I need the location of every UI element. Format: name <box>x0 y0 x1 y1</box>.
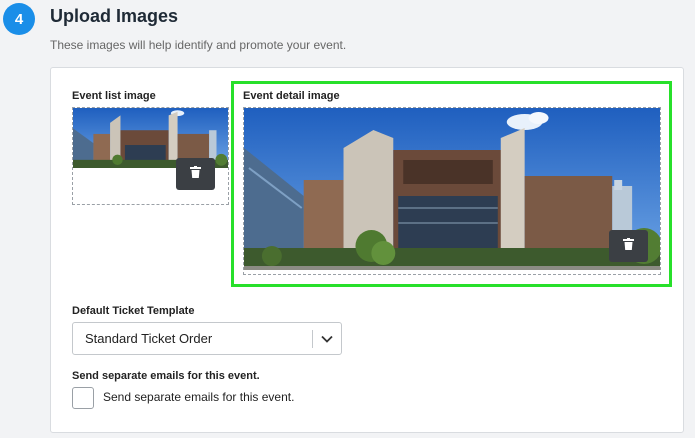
step-number-badge: 4 <box>3 3 35 35</box>
chevron-down-icon[interactable] <box>313 335 341 343</box>
separate-emails-checkbox[interactable] <box>72 387 94 409</box>
detail-image-highlight <box>231 81 672 287</box>
section-title: Upload Images <box>50 6 179 26</box>
trash-icon <box>190 165 201 183</box>
ticket-template-label: Default Ticket Template <box>72 305 195 317</box>
ticket-template-select[interactable]: Standard Ticket Order <box>72 322 342 355</box>
delete-list-image-button[interactable] <box>176 158 215 190</box>
ticket-template-value: Standard Ticket Order <box>85 331 213 346</box>
separate-emails-checkbox-label[interactable]: Send separate emails for this event. <box>103 390 294 404</box>
separate-emails-heading: Send separate emails for this event. <box>72 370 260 382</box>
section-subtitle: These images will help identify and prom… <box>50 38 347 52</box>
event-list-image-dropzone[interactable] <box>72 107 229 205</box>
event-list-image-label: Event list image <box>72 90 156 102</box>
